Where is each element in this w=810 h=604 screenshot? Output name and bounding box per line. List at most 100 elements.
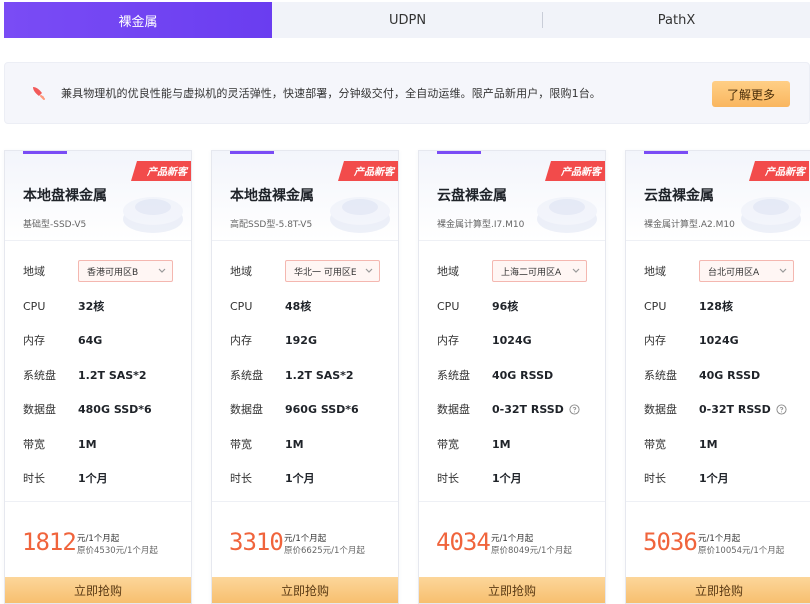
promo-tag-text: 产品新客 — [147, 167, 187, 178]
buy-now-button[interactable]: 立即抢购 — [626, 577, 810, 603]
region-select[interactable]: 香港可用区B — [78, 260, 173, 282]
original-price: 原价6625元/1个月起 — [284, 546, 365, 556]
spec-row-data-disk: 数据盘 480G SSD*6 — [23, 397, 188, 421]
spec-value: 1.2T SAS*2 — [78, 368, 147, 382]
divider — [419, 501, 605, 502]
buy-now-button[interactable]: 立即抢购 — [212, 577, 398, 603]
tab-udpn[interactable]: UDPN — [272, 2, 543, 38]
accent-line — [230, 151, 274, 154]
spec-row-duration: 时长 1个月 — [23, 466, 188, 490]
spec-value: 0-32T RSSD — [492, 403, 580, 416]
spec-row-memory: 内存 64G — [23, 328, 188, 352]
spec-label: CPU — [23, 299, 46, 313]
region-value: 台北可用区A — [708, 267, 760, 278]
spec-label: 时长 — [437, 472, 459, 485]
original-price: 原价10054元/1个月起 — [698, 546, 785, 556]
spec-label: 系统盘 — [230, 369, 263, 382]
server-illustration-icon — [123, 197, 183, 233]
spec-row-region: 地域 香港可用区B — [23, 259, 188, 283]
spec-value: 1.2T SAS*2 — [285, 368, 354, 382]
accent-line — [644, 151, 688, 154]
spec-row-memory: 内存 1024G — [437, 328, 602, 352]
spec-label: 内存 — [437, 334, 459, 347]
region-select[interactable]: 台北可用区A — [699, 260, 794, 282]
tab-label: UDPN — [388, 12, 427, 28]
spec-row-bandwidth: 带宽 1M — [644, 432, 809, 456]
card-title: 云盘裸金属 — [644, 188, 714, 204]
spec-row-memory: 内存 1024G — [644, 328, 809, 352]
spec-value: 1M — [78, 437, 97, 451]
spec-label: 时长 — [230, 472, 252, 485]
spec-row-duration: 时长 1个月 — [644, 466, 809, 490]
spec-row-bandwidth: 带宽 1M — [23, 432, 188, 456]
card-subtitle: 基础型-SSD-V5 — [23, 220, 87, 230]
spec-value: 40G RSSD — [492, 368, 554, 382]
data-disk-value: 0-32T RSSD — [492, 402, 564, 416]
accent-line — [23, 151, 67, 154]
price-value: 3310 — [229, 528, 284, 556]
card-title: 云盘裸金属 — [437, 188, 507, 204]
product-card: 产品新客 云盘裸金属 裸金属计算型.A2.M10 地域 台北可用区A CPU 12… — [625, 150, 810, 604]
product-card: 产品新客 本地盘裸金属 高配SSD型-5.8T-V5 地域 华北一 可用区E C… — [211, 150, 399, 604]
promo-tag-text: 产品新客 — [561, 167, 601, 178]
spec-value: 40G RSSD — [699, 368, 761, 382]
spec-row-duration: 时长 1个月 — [230, 466, 395, 490]
card-subtitle: 裸金属计算型.I7.M10 — [437, 220, 525, 230]
card-subtitle: 高配SSD型-5.8T-V5 — [230, 220, 313, 230]
region-select[interactable]: 华北一 可用区E — [285, 260, 380, 282]
region-value: 香港可用区B — [87, 267, 139, 278]
spec-value: 192G — [285, 333, 317, 347]
data-disk-value: 0-32T RSSD — [699, 402, 771, 416]
spec-label: 系统盘 — [23, 369, 56, 382]
banner-text: 兼具物理机的优良性能与虚拟机的灵活弹性，快速部署，分钟级交付，全自动运维。限产品… — [61, 87, 601, 100]
buy-now-button[interactable]: 立即抢购 — [419, 577, 605, 603]
buy-now-button[interactable]: 立即抢购 — [5, 577, 191, 603]
card-header: 产品新客 本地盘裸金属 基础型-SSD-V5 — [5, 151, 191, 241]
spec-row-bandwidth: 带宽 1M — [230, 432, 395, 456]
spec-value: 960G SSD*6 — [285, 402, 359, 416]
spec-row-memory: 内存 192G — [230, 328, 395, 352]
help-icon[interactable] — [569, 403, 580, 415]
spec-value: 48核 — [285, 300, 312, 313]
spec-value: 32核 — [78, 300, 105, 313]
spec-label: 内存 — [644, 334, 666, 347]
region-select[interactable]: 上海二可用区A — [492, 260, 587, 282]
price-unit: 元/1个月起 — [284, 534, 327, 544]
spec-label: 系统盘 — [644, 369, 677, 382]
spec-label: 地域 — [644, 265, 666, 278]
price-unit: 元/1个月起 — [698, 534, 741, 544]
tab-label: 裸金属 — [118, 14, 158, 30]
spec-value: 1个月 — [285, 472, 315, 485]
product-card: 产品新客 本地盘裸金属 基础型-SSD-V5 地域 香港可用区B CPU 32核 … — [4, 150, 192, 604]
card-header: 产品新客 云盘裸金属 裸金属计算型.A2.M10 — [626, 151, 810, 241]
spec-label: 内存 — [230, 334, 252, 347]
tab-pathx[interactable]: PathX — [543, 2, 810, 38]
spec-row-region: 地域 华北一 可用区E — [230, 259, 395, 283]
spec-value: 1024G — [699, 333, 739, 347]
chevron-down-icon — [779, 268, 787, 273]
chevron-down-icon — [158, 268, 166, 273]
divider — [212, 501, 398, 502]
spec-label: 带宽 — [437, 438, 459, 451]
spec-value: 96核 — [492, 300, 519, 313]
tab-bare-metal[interactable]: 裸金属 — [4, 2, 272, 38]
spec-value: 1个月 — [699, 472, 729, 485]
spec-row-system-disk: 系统盘 40G RSSD — [437, 363, 602, 387]
help-icon[interactable] — [776, 403, 787, 415]
spec-row-cpu: CPU 48核 — [230, 294, 395, 318]
spec-value: 1M — [285, 437, 304, 451]
card-header: 产品新客 本地盘裸金属 高配SSD型-5.8T-V5 — [212, 151, 398, 241]
chevron-down-icon — [572, 268, 580, 273]
learn-more-button[interactable]: 了解更多 — [712, 81, 790, 107]
spec-label: 带宽 — [644, 438, 666, 451]
spec-value: 1个月 — [78, 472, 108, 485]
spec-row-cpu: CPU 96核 — [437, 294, 602, 318]
spec-value: 1024G — [492, 333, 532, 347]
spec-row-data-disk: 数据盘 0-32T RSSD — [644, 397, 809, 421]
price-value: 1812 — [22, 528, 77, 556]
spec-label: CPU — [437, 299, 460, 313]
spec-value: 1M — [492, 437, 511, 451]
card-title: 本地盘裸金属 — [230, 188, 314, 204]
price-unit: 元/1个月起 — [77, 534, 120, 544]
divider — [5, 501, 191, 502]
